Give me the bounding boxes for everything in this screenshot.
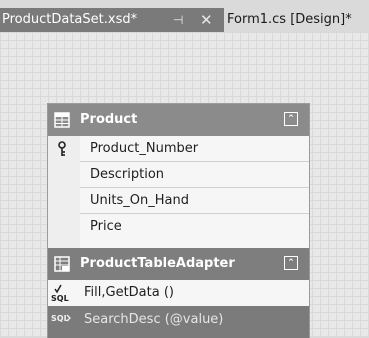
tab-productdataset-xsd[interactable]: ProductDataSet.xsd* ⊣ ✕ (0, 8, 224, 32)
column-name: Units_On_Hand (90, 193, 189, 208)
query-row-fill-getdata[interactable]: SQL Fill,GetData () (48, 280, 309, 306)
collapse-chevron-icon[interactable]: ⌃ (284, 112, 298, 126)
collapse-chevron-icon[interactable]: ⌃ (284, 256, 298, 270)
column-row[interactable]: Description (48, 162, 309, 188)
tab-label: Form1.cs [Design]* (227, 12, 352, 27)
column-name: Description (90, 167, 165, 182)
tableadapter-title: ProductTableAdapter (80, 256, 235, 271)
row-gutter (48, 162, 80, 188)
svg-text:SQL: SQL (51, 314, 69, 323)
product-datatable[interactable]: Product ⌃ Product_Number Description Uni… (48, 104, 309, 338)
sql-check-icon: SQL (51, 284, 69, 303)
query-row-searchdesc[interactable]: SQL SearchDesc (@value) (48, 306, 309, 338)
datatable-icon (54, 112, 70, 128)
datatable-title: Product (80, 112, 138, 127)
sql-icon: SQL (51, 314, 71, 323)
dataset-designer-surface[interactable]: Product ⌃ Product_Number Description Uni… (0, 32, 369, 338)
query-label: SearchDesc (@value) (84, 312, 224, 327)
svg-text:SQL: SQL (51, 294, 69, 303)
row-gutter (48, 188, 80, 214)
column-name: Product_Number (90, 141, 199, 156)
query-label: Fill,GetData () (84, 285, 174, 300)
tableadapter-icon (54, 256, 70, 272)
column-row[interactable]: Product_Number (48, 136, 309, 162)
primary-key-icon (58, 141, 66, 156)
tab-form1-design[interactable]: Form1.cs [Design]* (224, 8, 369, 32)
tab-label: ProductDataSet.xsd* (2, 12, 138, 27)
datatable-header[interactable]: Product ⌃ (48, 104, 309, 136)
column-row[interactable]: Units_On_Hand (48, 188, 309, 214)
column-name: Price (90, 219, 122, 234)
close-icon[interactable]: ✕ (200, 8, 213, 32)
column-row[interactable]: Price (48, 214, 309, 248)
document-tab-bar: ProductDataSet.xsd* ⊣ ✕ Form1.cs [Design… (0, 0, 369, 32)
tableadapter-header[interactable]: ProductTableAdapter ⌃ (48, 248, 309, 280)
pin-icon[interactable]: ⊣ (173, 8, 183, 32)
row-gutter (48, 214, 80, 248)
